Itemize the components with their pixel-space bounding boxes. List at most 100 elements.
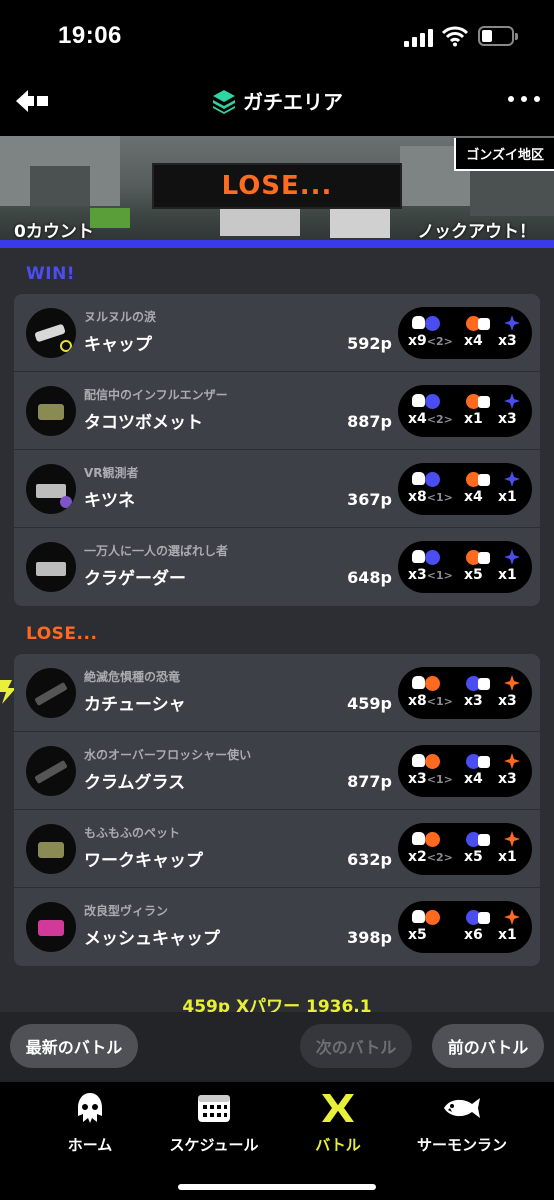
latest-battle-button[interactable]: 最新のバトル (10, 1024, 138, 1068)
kill-icon (410, 909, 444, 927)
tab-bar: ホーム スケジュール バトル サーモンラン (0, 1082, 554, 1200)
assist-count: <2> (426, 413, 453, 426)
tab-home[interactable]: ホーム (30, 1092, 150, 1154)
kill-count-value: x8 (408, 489, 427, 505)
assist-count: <2> (426, 851, 453, 864)
kill-count: x8<1> (408, 489, 453, 505)
player-points: 877p (347, 772, 392, 791)
kill-icon (410, 675, 444, 693)
kill-count: x5 (408, 927, 427, 943)
assist-count: <2> (426, 335, 453, 348)
player-row[interactable]: もふもふのペット ワークキャップ 632p x2<2> x5 x1 (14, 810, 540, 888)
special-icon (496, 831, 530, 849)
own-count: 0カウント (14, 222, 94, 242)
player-title: 配信中のインフルエンザー (84, 388, 228, 402)
death-icon (460, 831, 494, 849)
tab-schedule-label: スケジュール (169, 1136, 259, 1154)
weapon-icon (26, 386, 76, 436)
player-stats: x8<1> x4 x1 (398, 463, 532, 515)
special-count: x1 (498, 489, 517, 505)
special-count: x3 (498, 333, 517, 349)
special-count: x3 (498, 771, 517, 787)
kill-icon (410, 753, 444, 771)
death-count: x4 (464, 489, 483, 505)
battle-banner: ゴンズイ地区 LOSE... 0カウント ノックアウト！ (0, 136, 554, 248)
player-row[interactable]: 一万人に一人の選ばれし者 クラゲーダー 648p x3<1> x5 x1 (14, 528, 540, 606)
weapon-icon (26, 464, 76, 514)
battle-results: WIN! ヌルヌルの涙 キャップ 592p x9<2> x4 x3 配信中のインフルエンザー… (0, 248, 554, 1017)
player-name: ワークキャップ (84, 851, 203, 871)
death-count: x4 (464, 333, 483, 349)
kill-count: x3<1> (408, 567, 453, 583)
weapon-icon (26, 902, 76, 952)
death-count: x6 (464, 927, 483, 943)
death-count: x3 (464, 693, 483, 709)
death-icon (460, 549, 494, 567)
death-icon (460, 909, 494, 927)
wifi-icon (442, 26, 468, 47)
tab-battle[interactable]: バトル (278, 1092, 398, 1154)
death-count: x5 (464, 567, 483, 583)
player-title: 水のオーバーフロッシャー使い (84, 748, 252, 762)
death-count: x1 (464, 411, 483, 427)
kill-count-value: x2 (408, 849, 427, 865)
nav-bar: ガチエリア (0, 74, 554, 136)
tab-home-label: ホーム (67, 1136, 113, 1154)
player-points: 632p (347, 850, 392, 869)
kill-count: x3<1> (408, 771, 453, 787)
kill-count-value: x4 (408, 411, 427, 427)
cellular-signal-icon (404, 27, 434, 47)
player-row[interactable]: 配信中のインフルエンザー タコツボメット 887p x4<2> x1 x3 (14, 372, 540, 450)
death-icon (460, 315, 494, 333)
battle-nav-bar: 最新のバトル 次のバトル 前のバトル (0, 1012, 554, 1082)
player-row[interactable]: 絶滅危惧種の恐竜 カチューシャ 459p x8<1> x3 x3 (14, 654, 540, 732)
calendar-icon (198, 1095, 230, 1122)
kill-count-value: x3 (408, 771, 427, 787)
player-row[interactable]: VR観測者 キツネ 367p x8<1> x4 x1 (14, 450, 540, 528)
status-time: 19:06 (58, 22, 122, 49)
player-title: 改良型ヴィラン (84, 904, 169, 918)
death-icon (460, 675, 494, 693)
player-stats: x5 x6 x1 (398, 901, 532, 953)
home-indicator (178, 1184, 376, 1190)
special-count: x1 (498, 567, 517, 583)
page-title: ガチエリア (211, 86, 343, 115)
player-stats: x2<2> x5 x1 (398, 823, 532, 875)
special-icon (496, 549, 530, 567)
special-icon (496, 909, 530, 927)
player-row[interactable]: 改良型ヴィラン メッシュキャップ 398p x5 x6 x1 (14, 888, 540, 966)
salmon-icon (444, 1098, 480, 1118)
previous-battle-button[interactable]: 前のバトル (432, 1024, 544, 1068)
death-icon (460, 393, 494, 411)
next-battle-button[interactable]: 次のバトル (300, 1024, 412, 1068)
stage-name: ゴンズイ地区 (454, 138, 554, 171)
battery-icon (478, 26, 518, 46)
weapon-icon (26, 824, 76, 874)
more-options-button[interactable] (508, 96, 540, 106)
weapon-icon (26, 746, 76, 796)
special-count: x3 (498, 693, 517, 709)
win-team-card: ヌルヌルの涙 キャップ 592p x9<2> x4 x3 配信中のインフルエンザー タコツボメ… (14, 294, 540, 606)
player-name: タコツボメット (84, 413, 203, 433)
knockout-label: ノックアウト！ (417, 222, 536, 242)
player-row[interactable]: ヌルヌルの涙 キャップ 592p x9<2> x4 x3 (14, 294, 540, 372)
player-name: メッシュキャップ (84, 929, 220, 949)
result-text: LOSE... (221, 171, 333, 201)
player-row[interactable]: 水のオーバーフロッシャー使い クラムグラス 877p x3<1> x4 x3 (14, 732, 540, 810)
player-stats: x3<1> x5 x1 (398, 541, 532, 593)
special-count: x1 (498, 849, 517, 865)
splat-zones-icon (213, 89, 235, 114)
kill-icon (410, 393, 444, 411)
player-title: VR観測者 (84, 466, 139, 480)
tab-salmon-run[interactable]: サーモンラン (402, 1092, 522, 1154)
tab-schedule[interactable]: スケジュール (154, 1092, 274, 1154)
battle-icon (322, 1094, 354, 1122)
player-points: 459p (347, 694, 392, 713)
kill-count: x8<1> (408, 693, 453, 709)
win-team-label: WIN! (26, 264, 76, 284)
assist-count: <1> (426, 695, 453, 708)
player-name: クラムグラス (84, 773, 186, 793)
player-stats: x9<2> x4 x3 (398, 307, 532, 359)
kill-icon (410, 549, 444, 567)
kill-icon (410, 315, 444, 333)
